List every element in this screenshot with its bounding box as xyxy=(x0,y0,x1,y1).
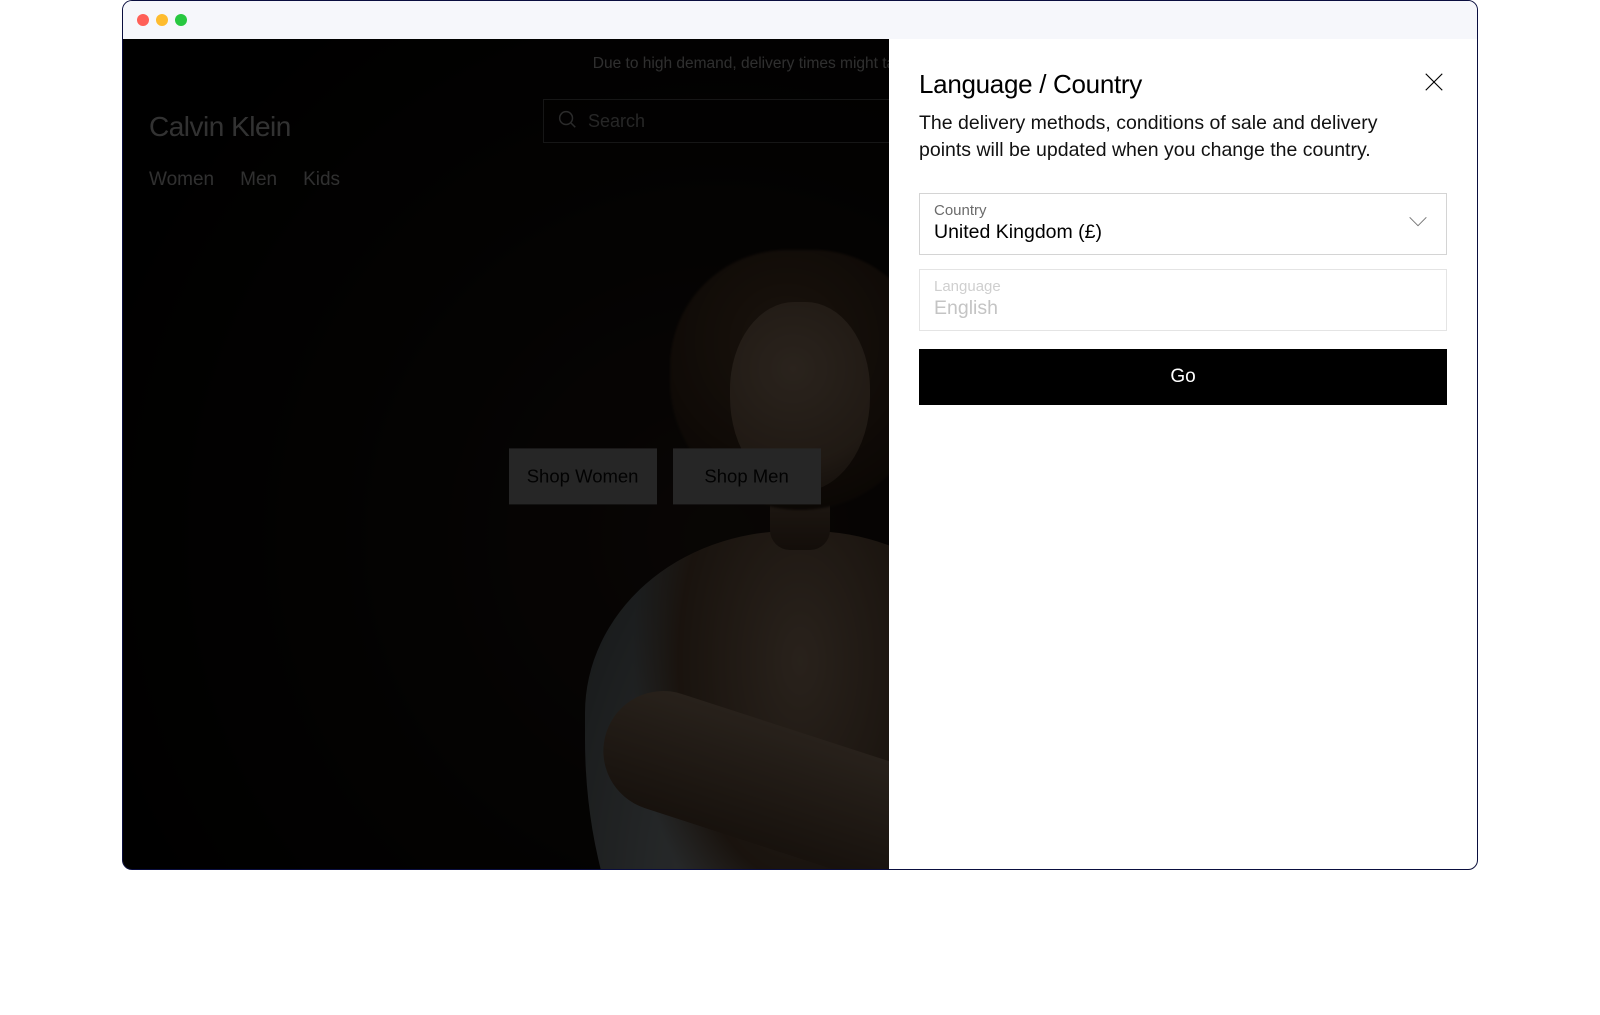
go-button[interactable]: Go xyxy=(919,349,1447,405)
country-value: United Kingdom (£) xyxy=(934,221,1432,244)
window-minimize-button[interactable] xyxy=(156,14,168,26)
page-content: Due to high demand, delivery times might… xyxy=(123,39,1477,869)
window-close-button[interactable] xyxy=(137,14,149,26)
country-select[interactable]: Country United Kingdom (£) xyxy=(919,193,1447,255)
close-icon xyxy=(1423,80,1445,97)
close-panel-button[interactable] xyxy=(1421,69,1447,100)
window-zoom-button[interactable] xyxy=(175,14,187,26)
chevron-down-icon xyxy=(1408,214,1428,233)
panel-title: Language / Country xyxy=(919,69,1142,100)
panel-description: The delivery methods, conditions of sale… xyxy=(919,110,1419,165)
language-label: Language xyxy=(934,278,1432,295)
language-country-panel: Language / Country The delivery methods,… xyxy=(889,39,1477,869)
country-label: Country xyxy=(934,202,1432,219)
language-select: Language English xyxy=(919,269,1447,331)
window-titlebar xyxy=(123,1,1477,39)
language-value: English xyxy=(934,297,1432,320)
browser-window: Due to high demand, delivery times might… xyxy=(122,0,1478,870)
